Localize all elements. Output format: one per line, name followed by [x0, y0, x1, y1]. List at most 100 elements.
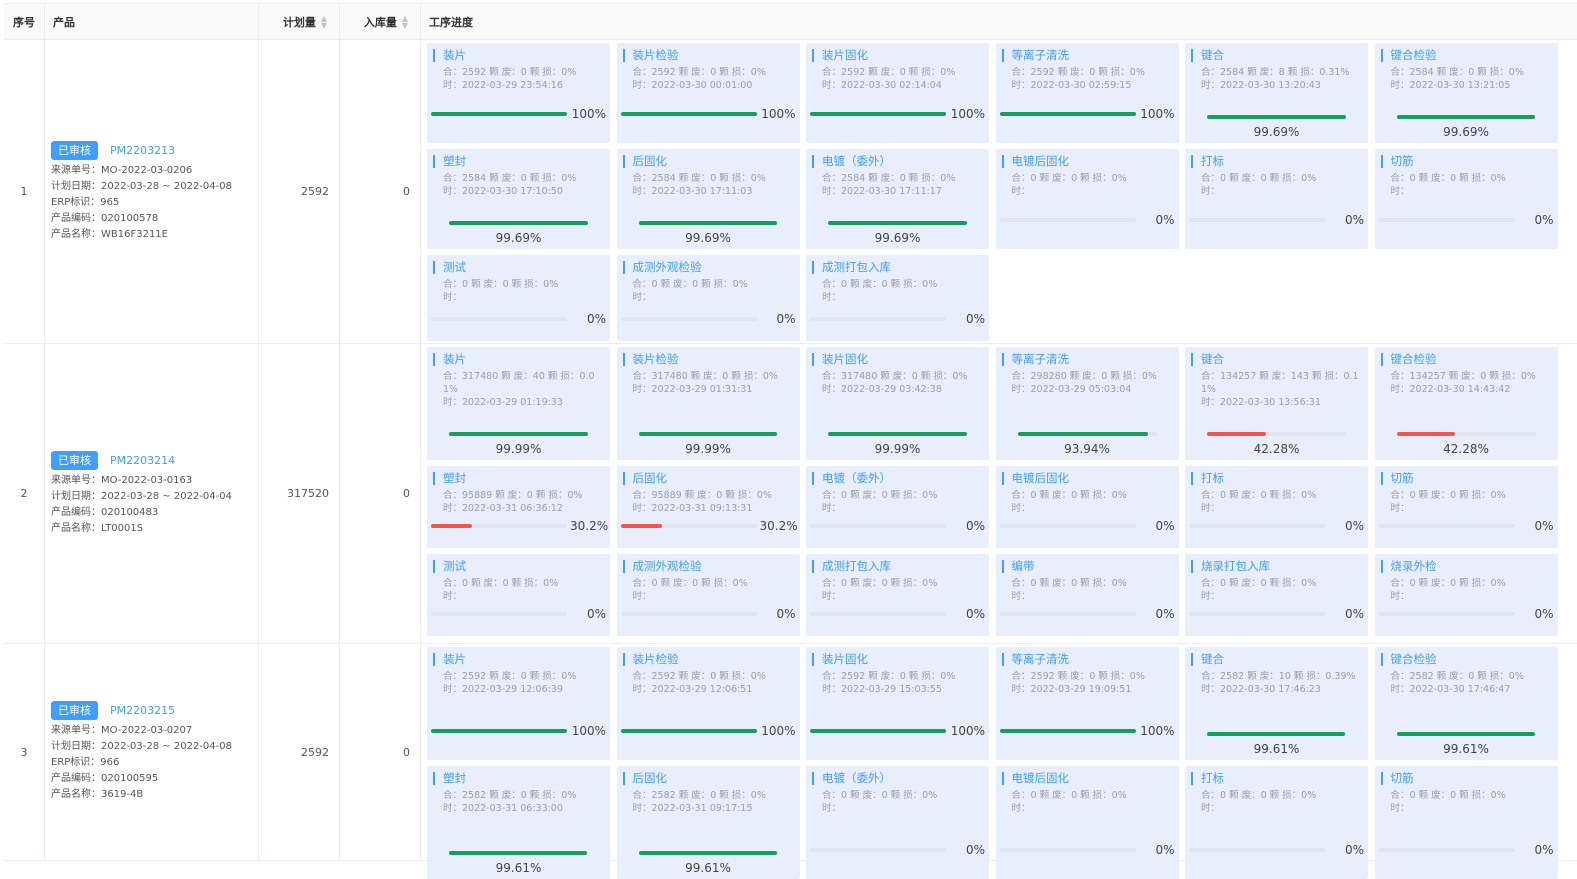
- process-card[interactable]: 后固化 合：2582 颗 废：0 颗 损：0% 时：2022-03-31 09:17…: [616, 766, 800, 879]
- process-card[interactable]: 装片固化 合：317480 颗 废：0 颗 损：0% 时：2022-03-29 03…: [806, 347, 989, 460]
- process-card[interactable]: 切筋 合：0 颗 废：0 颗 损：0% 时： 0%: [1374, 149, 1558, 249]
- progress-fill: [1396, 432, 1456, 436]
- progress-fill: [1207, 432, 1266, 436]
- process-card[interactable]: 键合 合：2582 颗 废：10 颗 损：0.39% 时：2022-03-30 17…: [1185, 647, 1368, 760]
- process-card[interactable]: 装片检验 合：2592 颗 废：0 颗 损：0% 时：2022-03-30 00:0…: [616, 43, 800, 143]
- header-plan[interactable]: 计划量 ▲ ▼: [259, 4, 340, 39]
- process-title: 塑封: [433, 155, 604, 168]
- process-card[interactable]: 测试 合：0 颗 废：0 颗 损：0% 时： 0%: [427, 255, 610, 341]
- header-instock[interactable]: 入库量 ▲ ▼: [340, 4, 421, 39]
- process-title: 等离子清洗: [1001, 653, 1173, 666]
- process-card[interactable]: 塑封 合：2584 颗 废：0 颗 损：0% 时：2022-03-30 17:10:…: [427, 149, 610, 249]
- progress-track: [810, 848, 946, 852]
- progress-fill: [620, 729, 757, 733]
- progress-fill: [431, 112, 567, 116]
- process-card[interactable]: 键合检验 合：134257 颗 废：0 颗 损：0% 时：2022-03-30 14…: [1374, 347, 1558, 460]
- process-title: 打标: [1191, 772, 1362, 785]
- progress: 0%: [996, 519, 1179, 533]
- process-card[interactable]: 成测打包入库 合：0 颗 废：0 颗 损：0% 时： 0%: [806, 554, 989, 636]
- process-time: 时：: [443, 292, 463, 303]
- progress-fill: [810, 112, 946, 116]
- process-card[interactable]: 电镀（委外） 合：0 颗 废：0 颗 损：0% 时： 0%: [806, 466, 989, 548]
- process-grid: 装片 合：2592 颗 废：0 颗 损：0% 时：2022-03-29 23:54:…: [421, 43, 1577, 341]
- sort-icon[interactable]: ▲ ▼: [321, 14, 327, 29]
- process-title: 装片检验: [622, 353, 794, 366]
- process-card[interactable]: 打标 合：0 颗 废：0 颗 损：0% 时： 0%: [1185, 466, 1368, 548]
- product-info-line: 产品编码：020100578: [51, 212, 159, 224]
- progress: 99.61%: [1375, 732, 1558, 756]
- progress-track: [431, 317, 567, 321]
- cell-process: 装片 合：2592 颗 废：0 颗 损：0% 时：2022-03-29 23:54:…: [421, 40, 1577, 343]
- process-card[interactable]: 装片检验 合：317480 颗 废：0 颗 损：0% 时：2022-03-29 01…: [616, 347, 800, 460]
- progress-percent: 99.61%: [495, 861, 542, 875]
- progress: 99.61%: [1185, 732, 1368, 756]
- progress: 100%: [427, 107, 610, 121]
- process-card[interactable]: 切筋 合：0 颗 废：0 颗 损：0% 时： 0%: [1374, 766, 1558, 879]
- process-stats: 合：2584 颗 废：0 颗 损：0%: [1390, 67, 1524, 78]
- process-title: 电镀后固化: [1001, 472, 1173, 485]
- progress-percent: 0%: [1344, 843, 1364, 857]
- process-card[interactable]: 烧录打包入库 合：0 颗 废：0 颗 损：0% 时： 0%: [1185, 554, 1368, 636]
- process-card[interactable]: 成测打包入库 合：0 颗 废：0 颗 损：0% 时： 0%: [806, 255, 989, 341]
- process-card[interactable]: 成测外观检验 合：0 颗 废：0 颗 损：0% 时： 0%: [616, 255, 800, 341]
- progress: 0%: [1185, 213, 1368, 227]
- progress-fill: [431, 729, 567, 733]
- process-card[interactable]: 键合检验 合：2582 颗 废：0 颗 损：0% 时：2022-03-30 17:4…: [1374, 647, 1558, 760]
- process-card[interactable]: 打标 合：0 颗 废：0 颗 损：0% 时： 0%: [1185, 149, 1368, 249]
- process-card[interactable]: 键合检验 合：2584 颗 废：0 颗 损：0% 时：2022-03-30 13:2…: [1374, 43, 1558, 143]
- process-card[interactable]: 切筋 合：0 颗 废：0 颗 损：0% 时： 0%: [1374, 466, 1558, 548]
- process-card[interactable]: 测试 合：0 颗 废：0 颗 损：0% 时： 0%: [427, 554, 610, 636]
- pm-link[interactable]: PM2203213: [110, 144, 175, 157]
- progress-track: [810, 112, 946, 116]
- status-badge: 已审核: [51, 140, 98, 160]
- progress-percent: 100%: [1140, 107, 1175, 121]
- product-info-line: 产品名称：LT0001S: [51, 522, 144, 534]
- process-card[interactable]: 键合 合：2584 颗 废：8 颗 损：0.31% 时：2022-03-30 13:…: [1185, 43, 1368, 143]
- process-stats: 合：0 颗 废：0 颗 损：0%: [1390, 790, 1506, 801]
- pm-link[interactable]: PM2203214: [110, 454, 175, 467]
- progress: 99.99%: [806, 432, 989, 456]
- process-time: 时：2022-03-30 00:01:00: [632, 80, 753, 91]
- progress-track: [449, 432, 588, 436]
- process-card[interactable]: 塑封 合：2582 颗 废：0 颗 损：0% 时：2022-03-31 06:33:…: [427, 766, 610, 879]
- process-card[interactable]: 电镀后固化 合：0 颗 废：0 颗 损：0% 时： 0%: [995, 466, 1179, 548]
- process-card[interactable]: 键合 合：134257 颗 废：143 颗 损：0.11% 时：2022-03-30…: [1185, 347, 1368, 460]
- process-card[interactable]: 装片固化 合：2592 颗 废：0 颗 损：0% 时：2022-03-29 15:0…: [806, 647, 989, 760]
- progress-fill: [638, 221, 778, 225]
- cell-no: 1: [4, 40, 45, 343]
- process-card[interactable]: 装片固化 合：2592 颗 废：0 颗 损：0% 时：2022-03-30 02:1…: [806, 43, 989, 143]
- process-card[interactable]: 电镀（委外） 合：0 颗 废：0 颗 损：0% 时： 0%: [806, 766, 989, 879]
- progress-percent: 0%: [1344, 519, 1364, 533]
- process-card[interactable]: 打标 合：0 颗 废：0 颗 损：0% 时： 0%: [1185, 766, 1368, 879]
- process-card[interactable]: 塑封 合：95889 颗 废：0 颗 损：0% 时：2022-03-31 06:36…: [427, 466, 610, 548]
- process-card[interactable]: 等离子清洗 合：2592 颗 废：0 颗 损：0% 时：2022-03-29 19:…: [995, 647, 1179, 760]
- process-card[interactable]: 装片检验 合：2592 颗 废：0 颗 损：0% 时：2022-03-29 12:0…: [616, 647, 800, 760]
- product-top: 已审核 PM2203213: [51, 140, 232, 160]
- process-title: 装片固化: [812, 653, 983, 666]
- pm-link[interactable]: PM2203215: [110, 704, 175, 717]
- progress-track: [1378, 848, 1515, 852]
- progress: 99.61%: [617, 851, 800, 875]
- process-card[interactable]: 后固化 合：2584 颗 废：0 颗 损：0% 时：2022-03-30 17:11…: [616, 149, 800, 249]
- process-card[interactable]: 编带 合：0 颗 废：0 颗 损：0% 时： 0%: [995, 554, 1179, 636]
- process-card[interactable]: 后固化 合：95889 颗 废：0 颗 损：0% 时：2022-03-31 09:1…: [616, 466, 800, 548]
- progress-percent: 100%: [571, 107, 606, 121]
- process-card[interactable]: 装片 合：317480 颗 废：40 颗 损：0.01% 时：2022-03-29 …: [427, 347, 610, 460]
- cell-instock: 0: [340, 344, 421, 643]
- product-info: 已审核 PM2203215 来源单号：MO-2022-03-0207 计划日期：202…: [45, 701, 232, 803]
- process-card[interactable]: 电镀后固化 合：0 颗 废：0 颗 损：0% 时： 0%: [995, 766, 1179, 879]
- process-card[interactable]: 成测外观检验 合：0 颗 废：0 颗 损：0% 时： 0%: [616, 554, 800, 636]
- process-card[interactable]: 等离子清洗 合：298280 颗 废：0 颗 损：0% 时：2022-03-29 0…: [995, 347, 1179, 460]
- progress-track: [620, 612, 757, 616]
- progress: 100%: [996, 724, 1179, 738]
- sort-icon[interactable]: ▲ ▼: [402, 14, 408, 29]
- process-card[interactable]: 装片 合：2592 颗 废：0 颗 损：0% 时：2022-03-29 12:06:…: [427, 647, 610, 760]
- process-card[interactable]: 装片 合：2592 颗 废：0 颗 损：0% 时：2022-03-29 23:54:…: [427, 43, 610, 143]
- process-card[interactable]: 电镀（委外） 合：2584 颗 废：0 颗 损：0% 时：2022-03-30 17…: [806, 149, 989, 249]
- process-card[interactable]: 烧录外检 合：0 颗 废：0 颗 损：0% 时： 0%: [1374, 554, 1558, 636]
- cell-plan: 317520: [259, 344, 340, 643]
- process-card[interactable]: 等离子清洗 合：2592 颗 废：0 颗 损：0% 时：2022-03-30 02:…: [995, 43, 1179, 143]
- process-title: 键合检验: [1380, 653, 1552, 666]
- progress: 0%: [1375, 519, 1558, 533]
- process-card[interactable]: 电镀后固化 合：0 颗 废：0 颗 损：0% 时： 0%: [995, 149, 1179, 249]
